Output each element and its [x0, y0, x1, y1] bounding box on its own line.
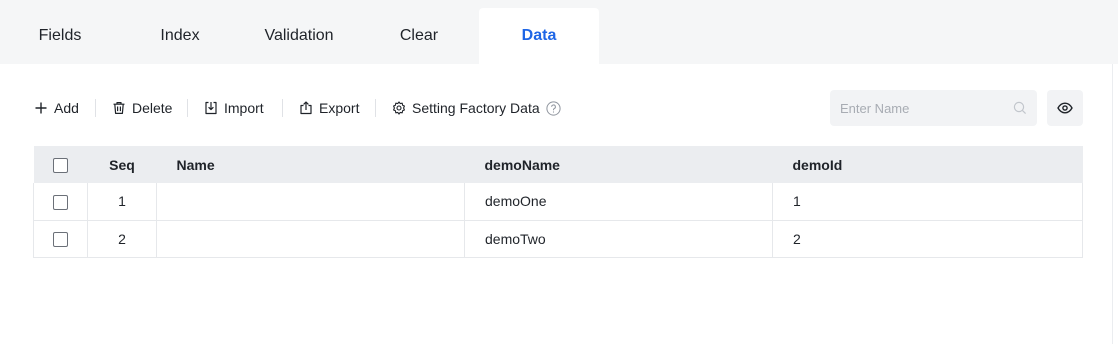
- column-header-seq: Seq: [87, 146, 157, 183]
- export-icon: [300, 101, 312, 115]
- search-box: [830, 90, 1037, 126]
- export-label: Export: [319, 100, 360, 116]
- tab-validation[interactable]: Validation: [239, 8, 359, 64]
- search-icon[interactable]: [1013, 101, 1027, 115]
- tab-clear[interactable]: Clear: [359, 8, 479, 64]
- delete-label: Delete: [132, 100, 173, 116]
- import-icon: [205, 101, 217, 115]
- column-header-demoname: demoName: [464, 146, 773, 183]
- tab-label: Fields: [38, 27, 82, 44]
- toolbar-divider: [282, 99, 283, 117]
- import-label: Import: [224, 100, 264, 116]
- toolbar-divider: [375, 99, 376, 117]
- data-table: Seq Name demoName demoId 1 demoOne 1 2 d…: [33, 146, 1083, 258]
- tab-bar: Fields Index Validation Clear Data: [0, 0, 1118, 64]
- select-all-checkbox[interactable]: [53, 157, 68, 173]
- row-select-cell: [33, 183, 88, 221]
- tab-label: Data: [521, 27, 557, 44]
- search-input[interactable]: [838, 99, 1008, 117]
- demoid-cell[interactable]: 1: [772, 183, 1083, 221]
- tab-label: Index: [160, 27, 200, 44]
- delete-button[interactable]: Delete: [112, 90, 172, 126]
- tab-fields[interactable]: Fields: [0, 8, 120, 64]
- setting-factory-data-button[interactable]: Setting Factory Data: [392, 90, 561, 126]
- row-checkbox[interactable]: [53, 194, 68, 210]
- plus-icon: [35, 102, 47, 114]
- import-button[interactable]: Import: [204, 90, 264, 126]
- trash-icon: [113, 102, 125, 114]
- tab-label: Validation: [264, 27, 334, 44]
- export-button[interactable]: Export: [299, 90, 359, 126]
- row-select-cell: [33, 220, 88, 258]
- name-cell[interactable]: [156, 183, 465, 221]
- seq-cell: 2: [87, 220, 157, 258]
- column-header-demoid: demoId: [772, 146, 1083, 183]
- eye-icon: [1057, 102, 1073, 114]
- column-visibility-button[interactable]: [1047, 90, 1083, 126]
- table-header-row: Seq Name demoName demoId: [33, 146, 1083, 183]
- demoid-cell[interactable]: 2: [772, 220, 1083, 258]
- add-button[interactable]: Add: [34, 90, 79, 126]
- column-header-name: Name: [156, 146, 465, 183]
- tab-index[interactable]: Index: [120, 8, 240, 64]
- toolbar-divider: [95, 99, 96, 117]
- gear-icon: [393, 101, 405, 115]
- table-row[interactable]: 1 demoOne 1: [33, 183, 1083, 221]
- select-all-cell: [33, 146, 88, 183]
- table-row[interactable]: 2 demoTwo 2: [33, 220, 1083, 258]
- demoname-cell[interactable]: demoOne: [464, 183, 773, 221]
- add-label: Add: [54, 100, 79, 116]
- help-circle-icon[interactable]: [546, 100, 561, 116]
- tab-label: Clear: [399, 27, 439, 44]
- toolbar-divider: [187, 99, 188, 117]
- seq-cell: 1: [87, 183, 157, 221]
- setting-label: Setting Factory Data: [412, 100, 540, 116]
- tab-data[interactable]: Data: [479, 8, 599, 64]
- row-checkbox[interactable]: [53, 231, 68, 247]
- name-cell[interactable]: [156, 220, 465, 258]
- demoname-cell[interactable]: demoTwo: [464, 220, 773, 258]
